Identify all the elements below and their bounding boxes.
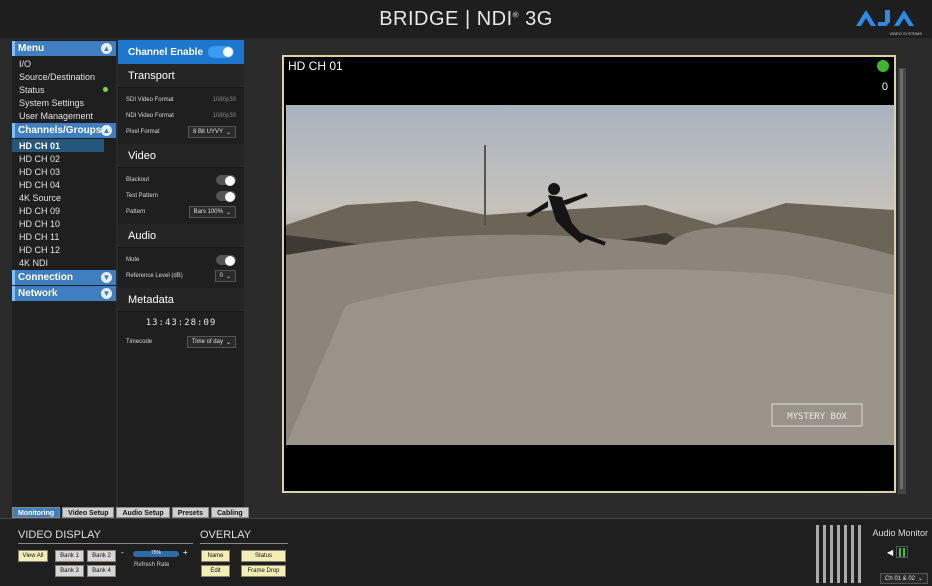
chevron-up-icon[interactable]: ▲ — [101, 43, 112, 54]
reference-level-row: Reference Level (dB) 0 ⌄ — [118, 268, 244, 284]
timecode-select[interactable]: Time of day ⌄ — [186, 336, 236, 348]
sidebar-item-system-settings[interactable]: System Settings — [12, 96, 116, 109]
chevron-down-icon: ⌄ — [225, 129, 231, 136]
viewer-channel-label: HD CH 01 — [288, 59, 343, 73]
chevron-down-icon: ⌄ — [225, 273, 231, 280]
channel-item[interactable]: HD CH 09 — [12, 204, 116, 217]
tab-monitoring[interactable]: Monitoring — [12, 507, 61, 518]
refresh-rate-slider[interactable]: 75% — [133, 550, 179, 557]
chevron-down-icon: ⌄ — [225, 209, 231, 216]
timecode-row: Timecode Time of day ⌄ — [118, 334, 244, 350]
status-overlay-button[interactable]: Status — [241, 550, 286, 562]
rate-increase-button[interactable]: + — [183, 548, 188, 557]
edit-overlay-button[interactable]: Edit — [201, 565, 230, 577]
aja-logo: VIDEO SYSTEMS — [850, 8, 922, 36]
audio-channel-select[interactable]: Ch 01 & 02 ⌄ — [880, 573, 929, 584]
audio-level-meters — [816, 525, 862, 583]
channel-item[interactable]: HD CH 03 — [12, 165, 116, 178]
svg-text:MYSTERY BOX: MYSTERY BOX — [787, 412, 847, 422]
channel-item[interactable]: 4K Source — [12, 191, 116, 204]
chevron-down-icon[interactable]: ▼ — [101, 272, 112, 283]
channel-enable-toggle[interactable] — [208, 46, 234, 58]
video-viewer[interactable]: HD CH 01 0 MYSTERY BOX — [282, 55, 896, 493]
tab-video-setup[interactable]: Video Setup — [62, 507, 115, 518]
tab-presets[interactable]: Presets — [171, 507, 209, 518]
chevron-down-icon: ⌄ — [225, 339, 231, 346]
viewer-count: 0 — [881, 81, 888, 93]
video-header: Video — [118, 144, 244, 168]
audio-monitor-title: Audio Monitor — [872, 528, 928, 538]
video-display-section: VIDEO DISPLAY — [18, 529, 193, 544]
frame-drop-overlay-button[interactable]: Frame Drop — [241, 565, 286, 577]
video-frame-image: MYSTERY BOX — [286, 105, 894, 445]
channel-item[interactable]: HD CH 10 — [12, 217, 116, 230]
channel-item[interactable]: HD CH 01 — [12, 139, 104, 152]
rate-decrease-button[interactable]: - — [121, 548, 124, 557]
chevron-down-icon: ⌄ — [918, 576, 924, 582]
title-suffix: 3G — [519, 7, 553, 30]
overlay-title: OVERLAY — [200, 529, 252, 541]
view-all-button[interactable]: View All — [18, 550, 48, 562]
chevron-down-icon[interactable]: ▼ — [101, 288, 112, 299]
sidebar: Menu ▲ I/O Source/Destination Status Syst… — [12, 40, 116, 508]
tab-cabling[interactable]: Cabling — [211, 507, 249, 518]
channel-enable-row: Channel Enable — [118, 40, 244, 64]
viewer-scrollbar[interactable] — [898, 68, 906, 494]
blackout-toggle[interactable] — [216, 175, 236, 186]
sidebar-item-status[interactable]: Status — [12, 83, 116, 96]
audio-speaker-control[interactable]: ◀ — [887, 546, 909, 558]
app-window: BRIDGE | NDI® 3G VIDEO SYSTEMS Menu ▲ I/O… — [0, 0, 932, 586]
channel-item[interactable]: HD CH 11 — [12, 230, 116, 243]
pattern-row: Pattern Bars 100% ⌄ — [118, 204, 244, 220]
bottom-tabs: Monitoring Video Setup Audio Setup Prese… — [12, 507, 251, 518]
channel-item[interactable]: 4K NDI — [12, 256, 116, 269]
refresh-rate-label: Refresh Rate — [134, 562, 170, 568]
audio-meter-icon — [896, 546, 909, 558]
test-pattern-toggle[interactable] — [216, 191, 236, 202]
test-pattern-row: Test Pattern — [118, 188, 244, 204]
timecode-display: 13:43:28:09 — [145, 318, 217, 328]
sidebar-item-io[interactable]: I/O — [12, 57, 116, 70]
bank-2-button[interactable]: Bank 2 — [87, 550, 116, 562]
reference-level-select[interactable]: 0 ⌄ — [214, 270, 236, 282]
pixel-format-row: Pixel Format 8 Bit UYVY ⌄ — [118, 124, 244, 140]
header-bar: BRIDGE | NDI® 3G VIDEO SYSTEMS — [0, 0, 932, 38]
transport-header: Transport — [118, 64, 244, 88]
logo-subtitle: VIDEO SYSTEMS — [889, 31, 922, 36]
video-display-title: VIDEO DISPLAY — [18, 529, 101, 541]
divider — [18, 543, 193, 544]
sidebar-item-source-destination[interactable]: Source/Destination — [12, 70, 116, 83]
mute-row: Mute — [118, 252, 244, 268]
pixel-format-select[interactable]: 8 Bit UYVY ⌄ — [187, 126, 236, 138]
app-title: BRIDGE | NDI® 3G — [379, 7, 553, 30]
channel-settings-panel: Channel Enable Transport SDI Video Forma… — [118, 40, 244, 508]
name-overlay-button[interactable]: Name — [201, 550, 230, 562]
audio-header: Audio — [118, 224, 244, 248]
pattern-select[interactable]: Bars 100% ⌄ — [188, 206, 236, 218]
tab-audio-setup[interactable]: Audio Setup — [116, 507, 170, 518]
menu-header[interactable]: Menu ▲ — [12, 41, 116, 56]
sidebar-item-user-management[interactable]: User Management — [12, 109, 116, 122]
speaker-icon: ◀ — [887, 547, 894, 557]
divider — [200, 543, 288, 544]
connection-header[interactable]: Connection ▼ — [12, 270, 116, 285]
channel-item[interactable]: HD CH 04 — [12, 178, 116, 191]
overlay-section: OVERLAY — [200, 529, 288, 544]
bank-3-button[interactable]: Bank 3 — [55, 565, 84, 577]
channel-item[interactable]: HD CH 12 — [12, 243, 116, 256]
mute-toggle[interactable] — [216, 255, 236, 266]
bank-4-button[interactable]: Bank 4 — [87, 565, 116, 577]
metadata-header: Metadata — [118, 288, 244, 312]
network-header[interactable]: Network ▼ — [12, 286, 116, 301]
blackout-row: Blackout — [118, 172, 244, 188]
channels-groups-header[interactable]: Channels/Groups ▲ — [12, 123, 116, 138]
channel-item[interactable]: HD CH 02 — [12, 152, 116, 165]
ndi-format-row: NDI Video Format 1080p30 — [126, 113, 236, 119]
status-indicator-icon — [103, 87, 108, 92]
sdi-format-row: SDI Video Format 1080p30 — [126, 97, 236, 103]
chevron-up-icon[interactable]: ▲ — [101, 125, 112, 136]
signal-status-icon — [877, 60, 889, 72]
bank-1-button[interactable]: Bank 1 — [55, 550, 84, 562]
